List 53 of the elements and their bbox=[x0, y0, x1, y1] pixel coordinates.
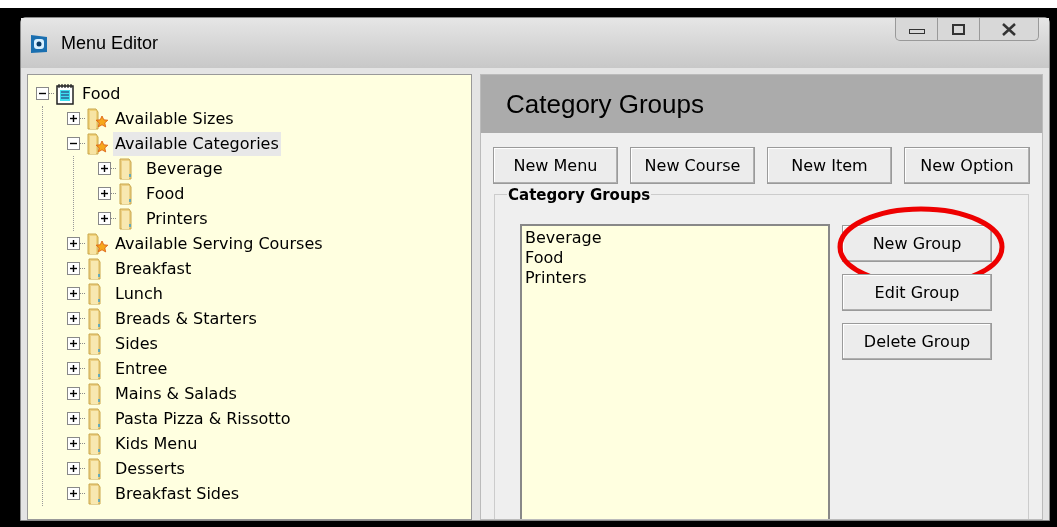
tree-item[interactable]: Food bbox=[80, 81, 123, 106]
expand-icon[interactable] bbox=[67, 437, 80, 450]
tree-item[interactable]: Breakfast bbox=[113, 256, 194, 281]
expand-icon[interactable] bbox=[67, 387, 80, 400]
collapse-icon[interactable] bbox=[67, 137, 80, 150]
list-item[interactable]: Beverage bbox=[525, 228, 825, 248]
expand-icon[interactable] bbox=[67, 337, 80, 350]
push-button[interactable]: New Menu bbox=[493, 147, 618, 184]
group-title: Category Groups bbox=[507, 186, 652, 204]
tree-item[interactable]: Available Serving Courses bbox=[113, 231, 325, 256]
list-item[interactable]: Printers bbox=[525, 268, 825, 288]
list-item[interactable]: Food bbox=[525, 248, 825, 268]
tree-item[interactable]: Desserts bbox=[113, 456, 187, 481]
tree-item[interactable]: Pasta Pizza & Rissotto bbox=[113, 406, 293, 431]
tree-item[interactable]: Sides bbox=[113, 331, 160, 356]
expand-icon[interactable] bbox=[67, 237, 80, 250]
tree-item[interactable]: Mains & Salads bbox=[113, 381, 239, 406]
tree-item[interactable]: Beverage bbox=[144, 156, 225, 181]
push-button[interactable]: Delete Group bbox=[842, 323, 992, 360]
tree-item[interactable]: Breakfast Sides bbox=[113, 481, 242, 506]
tree-item[interactable]: Food bbox=[144, 181, 187, 206]
expand-icon[interactable] bbox=[67, 487, 80, 500]
tree-item[interactable]: Breads & Starters bbox=[113, 306, 259, 331]
push-button[interactable]: New Group bbox=[842, 225, 992, 262]
tree-item[interactable]: Printers bbox=[144, 206, 210, 231]
expand-icon[interactable] bbox=[98, 162, 111, 175]
starred-folder-icon bbox=[85, 106, 109, 131]
window-title: Menu Editor bbox=[61, 31, 159, 55]
close-icon bbox=[1001, 22, 1017, 36]
expand-icon[interactable] bbox=[67, 462, 80, 475]
list-box[interactable]: Beverage Food Printers bbox=[520, 224, 830, 519]
expand-icon[interactable] bbox=[98, 212, 111, 225]
starred-folder-icon bbox=[85, 231, 109, 256]
push-button[interactable]: New Option bbox=[904, 147, 1030, 184]
push-button[interactable]: New Item bbox=[767, 147, 892, 184]
expand-icon[interactable] bbox=[67, 412, 80, 425]
tree-item[interactable]: Entree bbox=[113, 356, 170, 381]
push-button[interactable]: Edit Group bbox=[842, 274, 992, 311]
notepad-icon bbox=[54, 82, 76, 105]
tree-item[interactable]: Kids Menu bbox=[113, 431, 200, 456]
expand-icon[interactable] bbox=[67, 287, 80, 300]
collapse-icon[interactable] bbox=[36, 87, 49, 100]
push-button[interactable]: New Course bbox=[630, 147, 755, 184]
expand-icon[interactable] bbox=[67, 112, 80, 125]
expand-icon[interactable] bbox=[67, 262, 80, 275]
tree-item[interactable]: Lunch bbox=[113, 281, 165, 306]
tree-item[interactable]: Available Categories bbox=[113, 131, 281, 156]
expand-icon[interactable] bbox=[67, 362, 80, 375]
expand-icon[interactable] bbox=[98, 187, 111, 200]
starred-folder-icon bbox=[85, 131, 109, 156]
panel-title: Category Groups bbox=[506, 87, 704, 121]
tree-item[interactable]: Available Sizes bbox=[113, 106, 236, 131]
expand-icon[interactable] bbox=[67, 312, 80, 325]
